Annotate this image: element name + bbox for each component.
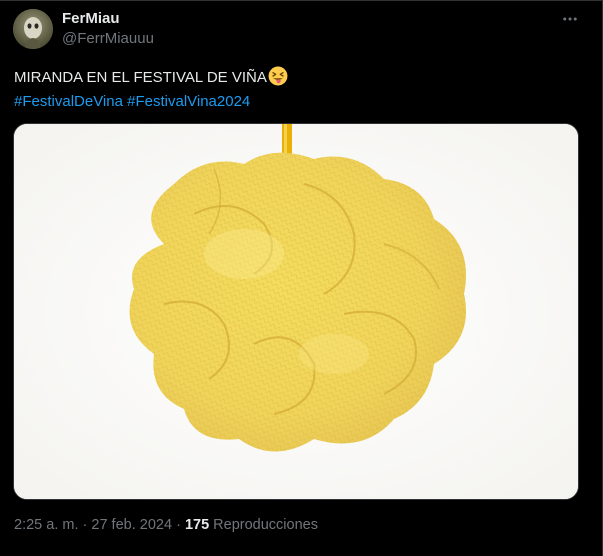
tweet-date[interactable]: 27 feb. 2024 <box>91 517 172 533</box>
more-options-button[interactable] <box>556 7 584 31</box>
tweet-main-text: MIRANDA EN EL FESTIVAL DE VIÑA <box>14 69 267 86</box>
views-count: 175 <box>184 517 210 533</box>
hashtags-line: #FestivalDeVina #FestivalVina2024 <box>14 90 589 114</box>
meta-separator: · <box>82 517 88 533</box>
avatar-photo-icon <box>13 9 53 49</box>
tweet-text-line: MIRANDA EN EL FESTIVAL DE VIÑA <box>14 66 589 90</box>
tweet-image[interactable] <box>13 123 579 500</box>
meta-separator: · <box>176 517 181 533</box>
top-divider <box>0 0 603 1</box>
hashtag-link[interactable]: #FestivalDeVina <box>14 93 123 110</box>
yellow-bath-sponge-image-icon <box>14 124 578 499</box>
tweet-time[interactable]: 2:25 a. m. <box>14 517 78 533</box>
username[interactable]: @FerrMiauuu <box>62 30 154 47</box>
tweet-text: MIRANDA EN EL FESTIVAL DE VIÑA #Festival… <box>14 66 589 114</box>
avatar[interactable] <box>13 9 53 49</box>
more-options-icon <box>563 17 577 21</box>
tweet-metadata: 2:25 a. m. · 27 feb. 2024 · 175 Reproduc… <box>14 517 318 533</box>
squinting-tongue-emoji-icon <box>268 66 288 86</box>
views-label: Reproducciones <box>213 517 318 533</box>
display-name[interactable]: FerMiau <box>62 10 120 27</box>
hashtag-link[interactable]: #FestivalVina2024 <box>127 93 250 110</box>
